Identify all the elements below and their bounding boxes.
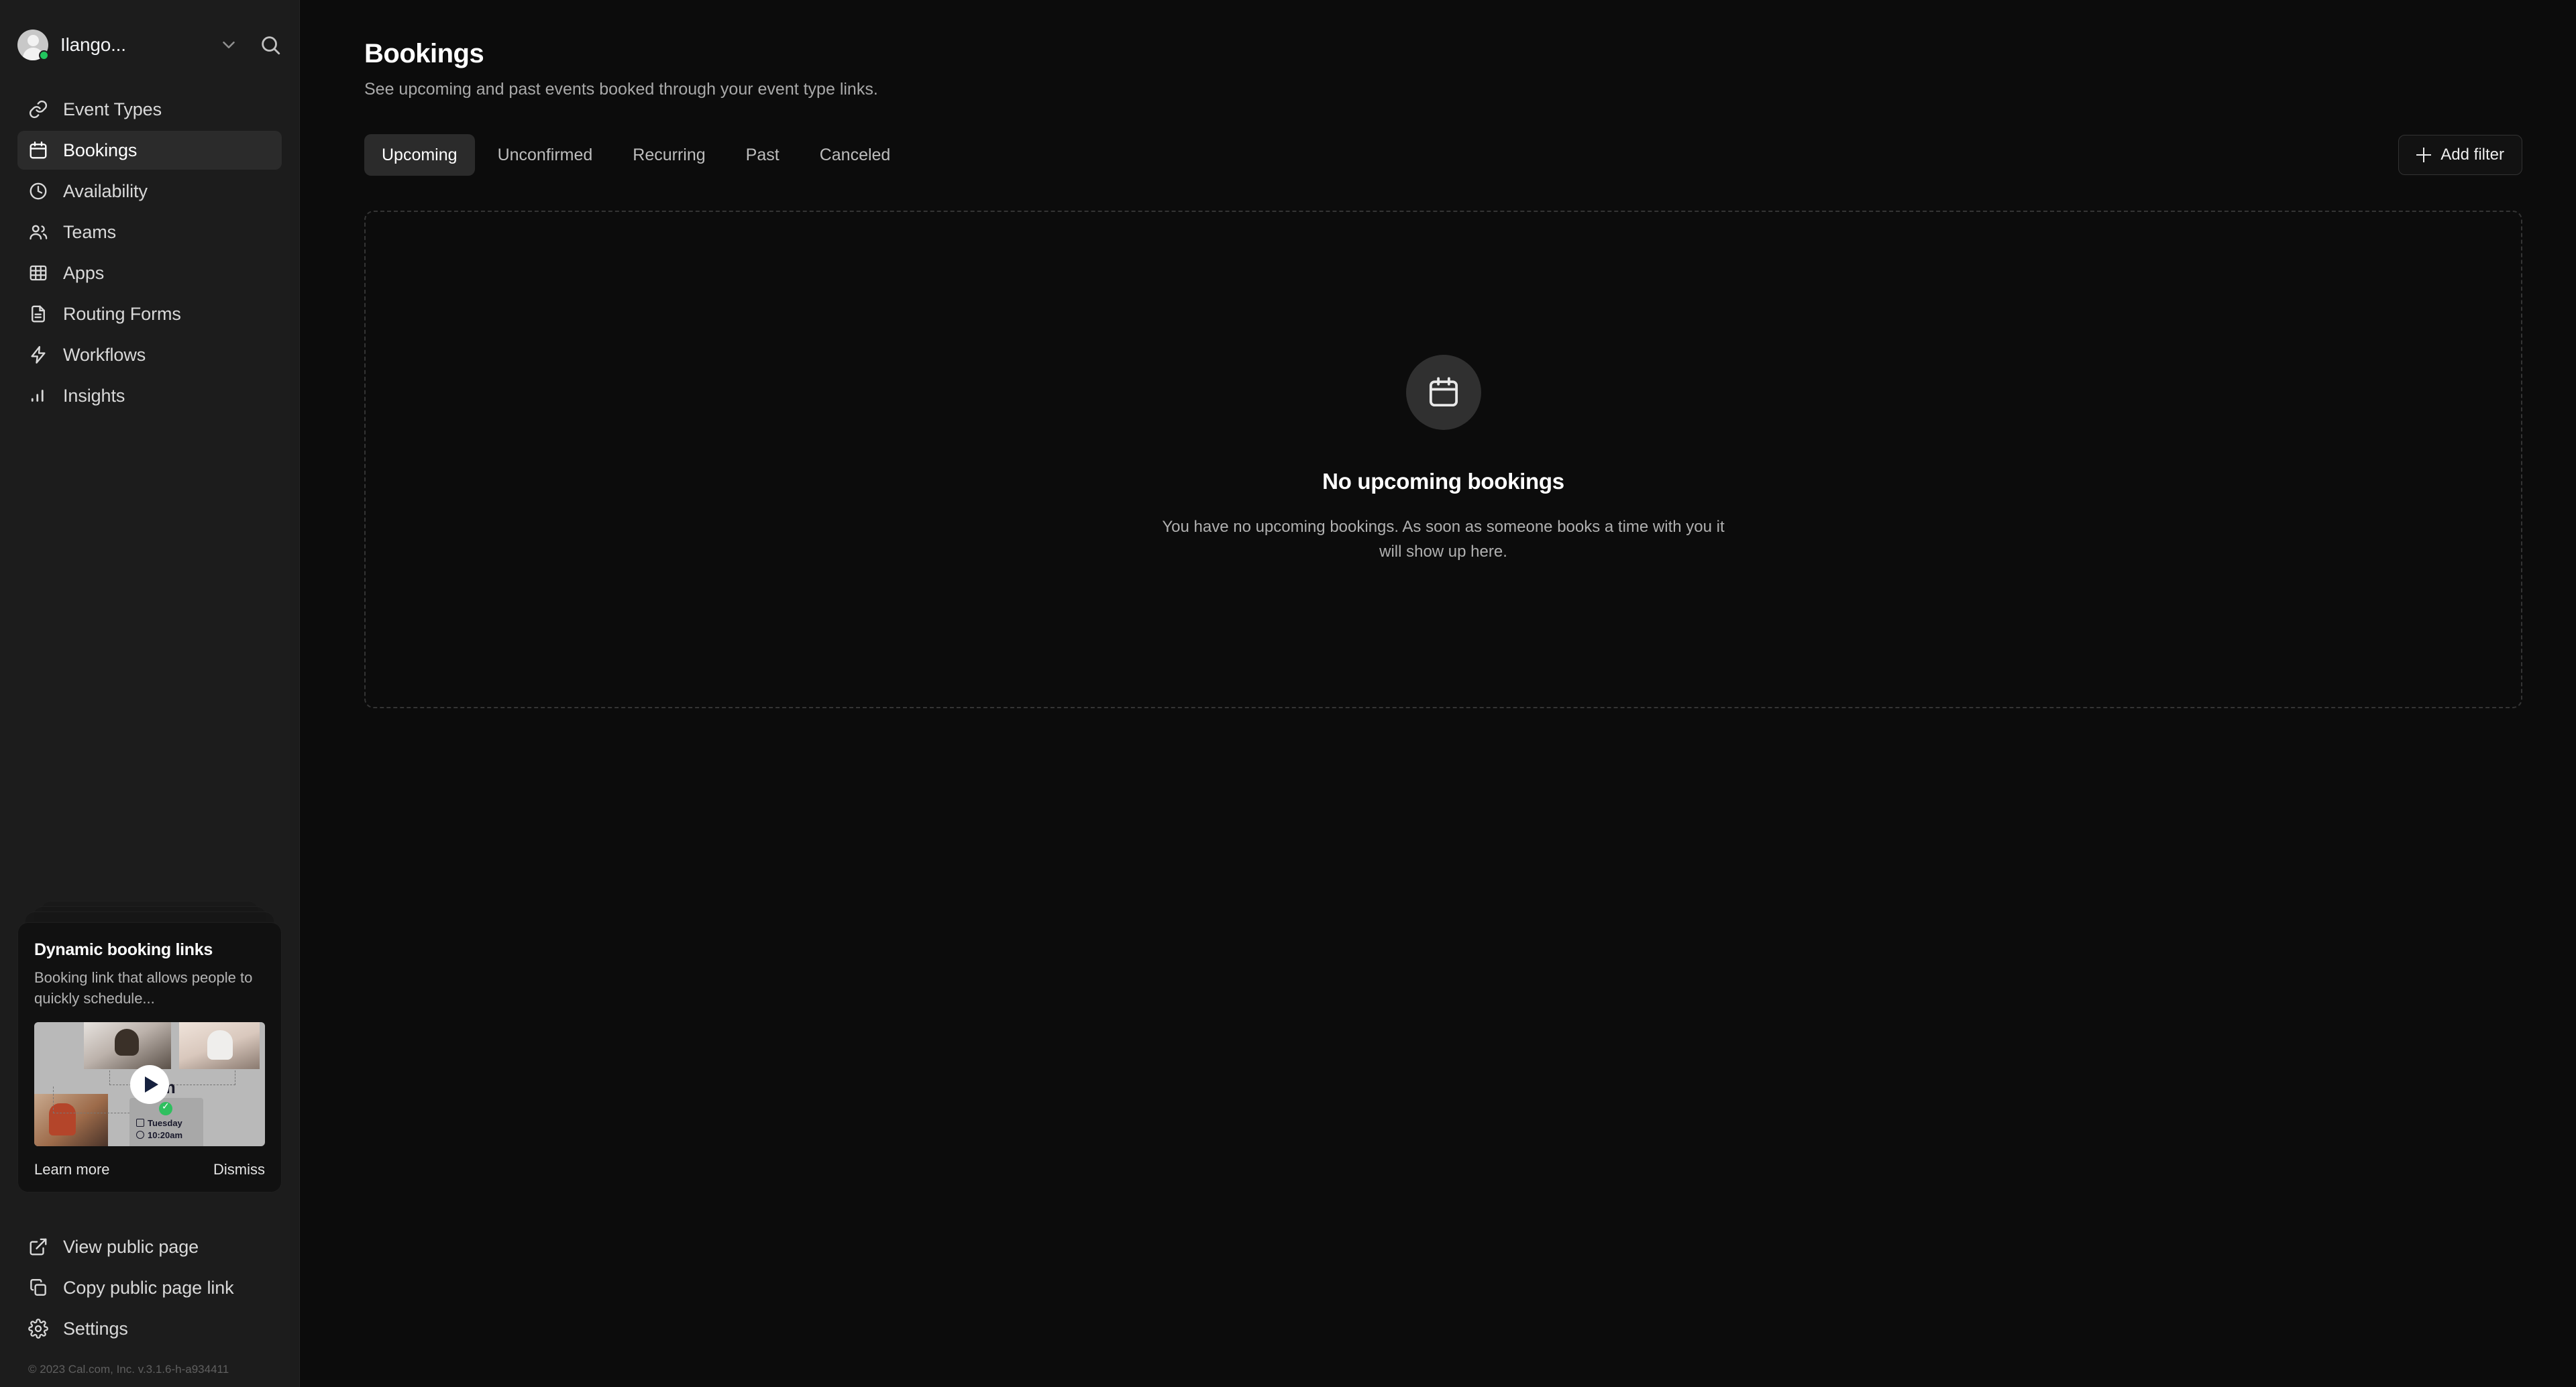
- sidebar-item-availability[interactable]: Availability: [17, 172, 282, 211]
- promo-actions: Learn more Dismiss: [34, 1161, 265, 1178]
- sidebar-item-label: Availability: [63, 180, 148, 201]
- promo-description: Booking link that allows people to quick…: [34, 969, 253, 1007]
- sidebar-item-label: Bookings: [63, 140, 138, 160]
- learn-more-link[interactable]: Learn more: [34, 1161, 110, 1178]
- users-icon: [28, 222, 48, 242]
- promo-card: Dynamic booking links Booking link that …: [17, 922, 282, 1192]
- thumbnail-day: Tuesday: [136, 1118, 182, 1128]
- sidebar-item-label: Routing Forms: [63, 303, 181, 324]
- sidebar-item-label: Copy public page link: [63, 1277, 234, 1298]
- user-menu[interactable]: Ilango...: [17, 28, 282, 62]
- tab-past[interactable]: Past: [729, 134, 797, 176]
- copy-icon: [28, 1278, 48, 1298]
- empty-state-icon-circle: [1405, 354, 1481, 430]
- thumbnail-photo-2: [179, 1022, 260, 1069]
- sidebar-item-copy-public-page-link[interactable]: Copy public page link: [17, 1268, 282, 1307]
- app-root: Ilango... Event Types Bookings Availabil…: [0, 0, 2576, 1387]
- search-icon[interactable]: [259, 34, 282, 56]
- dismiss-link[interactable]: Dismiss: [213, 1161, 265, 1178]
- sidebar-item-workflows[interactable]: Workflows: [17, 335, 282, 374]
- thumbnail-booking-card: Tuesday 10:20am: [129, 1098, 203, 1146]
- sidebar-item-label: Apps: [63, 262, 105, 283]
- sidebar-item-insights[interactable]: Insights: [17, 376, 282, 415]
- sidebar-item-teams[interactable]: Teams: [17, 213, 282, 252]
- bookings-toolbar: Upcoming Unconfirmed Recurring Past Canc…: [364, 134, 2522, 176]
- sidebar-item-label: Workflows: [63, 344, 146, 365]
- tab-canceled[interactable]: Canceled: [802, 134, 908, 176]
- gear-icon: [28, 1319, 48, 1339]
- play-button-icon[interactable]: [130, 1064, 169, 1104]
- sidebar-item-bookings[interactable]: Bookings: [17, 131, 282, 170]
- thumbnail-photo-1: [84, 1022, 171, 1069]
- empty-state-title: No upcoming bookings: [1322, 468, 1564, 494]
- promo-title: Dynamic booking links: [34, 940, 213, 960]
- external-link-icon: [28, 1237, 48, 1257]
- tab-recurring[interactable]: Recurring: [615, 134, 722, 176]
- sidebar-item-settings[interactable]: Settings: [17, 1309, 282, 1348]
- booking-tabs: Upcoming Unconfirmed Recurring Past Canc…: [364, 134, 908, 176]
- sidebar-item-apps[interactable]: Apps: [17, 254, 282, 292]
- link-icon: [28, 99, 48, 119]
- sidebar-item-label: Teams: [63, 221, 117, 242]
- tab-upcoming[interactable]: Upcoming: [364, 134, 475, 176]
- sidebar-nav: Event Types Bookings Availability Teams: [0, 90, 299, 415]
- sidebar-item-view-public-page[interactable]: View public page: [17, 1227, 282, 1266]
- sidebar-item-routing-forms[interactable]: Routing Forms: [17, 294, 282, 333]
- sidebar: Ilango... Event Types Bookings Availabil…: [0, 0, 300, 1387]
- online-status-indicator: [39, 50, 49, 60]
- sidebar-item-event-types[interactable]: Event Types: [17, 90, 282, 129]
- sidebar-bottom-nav: View public page Copy public page link S…: [0, 1227, 299, 1348]
- main-content: Bookings See upcoming and past events bo…: [300, 0, 2576, 1387]
- sidebar-item-label: Event Types: [63, 99, 162, 119]
- page-title: Bookings: [364, 39, 484, 68]
- user-name: Ilango...: [60, 34, 126, 55]
- calendar-icon: [1429, 377, 1458, 406]
- promo-video-thumbnail[interactable]: .com Tuesday 10:20am: [34, 1022, 265, 1146]
- card-stack-decoration: [17, 901, 282, 927]
- thumbnail-time: 10:20am: [136, 1130, 182, 1140]
- add-filter-button[interactable]: Add filter: [2398, 135, 2522, 175]
- check-icon: [159, 1101, 172, 1115]
- empty-state-description: You have no upcoming bookings. As soon a…: [1162, 517, 1725, 561]
- add-filter-label: Add filter: [2440, 146, 2504, 164]
- page-subtitle: See upcoming and past events booked thro…: [364, 80, 878, 99]
- chevron-down-icon[interactable]: [219, 35, 239, 55]
- empty-state-container: No upcoming bookings You have no upcomin…: [364, 211, 2522, 708]
- calendar-icon: [28, 140, 48, 160]
- avatar[interactable]: [17, 30, 49, 60]
- sidebar-header: Ilango...: [0, 0, 299, 62]
- sidebar-item-label: Settings: [63, 1318, 128, 1339]
- tab-unconfirmed[interactable]: Unconfirmed: [480, 134, 610, 176]
- sidebar-item-label: View public page: [63, 1236, 199, 1257]
- bolt-icon: [28, 345, 48, 365]
- bar-chart-icon: [28, 386, 48, 406]
- sidebar-item-label: Insights: [63, 385, 125, 406]
- promo-card-zone: Dynamic booking links Booking link that …: [0, 901, 299, 1192]
- plus-icon: [2416, 148, 2432, 162]
- footer-version: © 2023 Cal.com, Inc. v.3.1.6-h-a934411: [28, 1363, 229, 1376]
- document-icon: [28, 304, 48, 324]
- clock-icon: [28, 181, 48, 201]
- grid-icon: [28, 263, 48, 283]
